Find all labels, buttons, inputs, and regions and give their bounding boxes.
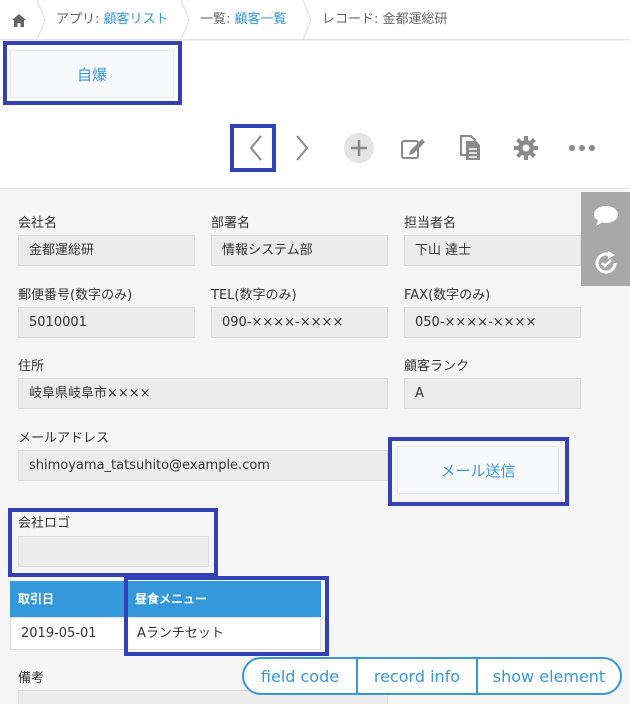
breadcrumb-separator <box>180 0 190 40</box>
devtools-pill: field code record info show element <box>242 657 622 695</box>
show-element-button[interactable]: show element <box>478 659 620 693</box>
breadcrumb-view-link[interactable]: 顧客一覧 <box>235 12 287 27</box>
notes-label: 備考 <box>18 671 45 686</box>
company-value: 金都運総研 <box>18 235 195 266</box>
plus-icon[interactable] <box>339 128 379 168</box>
edit-icon[interactable] <box>393 128 433 168</box>
highlight-box <box>388 437 569 506</box>
rank-label: 顧客ランク <box>404 359 470 374</box>
company-label: 会社名 <box>18 216 58 231</box>
breadcrumb-app-prefix: アプリ: <box>56 12 104 27</box>
breadcrumb-view[interactable]: 一覧: 顧客一覧 <box>200 0 287 40</box>
field-code-button[interactable]: field code <box>244 659 358 693</box>
breadcrumb-view-prefix: 一覧: <box>200 12 235 27</box>
comment-icon[interactable] <box>581 192 630 239</box>
fax-label: FAX(数字のみ) <box>404 288 491 303</box>
email-label: メールアドレス <box>18 431 110 446</box>
tel-label: TEL(数字のみ) <box>211 288 297 303</box>
gear-icon[interactable] <box>506 128 546 168</box>
table-cell-date: 2019-05-01 <box>10 617 126 650</box>
breadcrumb-separator <box>36 0 46 40</box>
tel-value: 090-××××-×××× <box>211 307 388 338</box>
breadcrumb: アプリ: 顧客リスト 一覧: 顧客一覧 レコード: 金都運総研 <box>0 0 630 40</box>
table-header-date: 取引日 <box>10 581 125 617</box>
side-panel <box>581 192 630 286</box>
email-value: shimoyama_tatsuhito@example.com <box>18 450 388 481</box>
history-icon[interactable] <box>581 239 630 286</box>
department-label: 部署名 <box>211 216 251 231</box>
highlight-box <box>230 124 276 172</box>
highlight-box <box>8 508 218 577</box>
breadcrumb-separator <box>302 0 312 40</box>
address-label: 住所 <box>18 359 45 374</box>
breadcrumb-app-link[interactable]: 顧客リスト <box>104 12 169 27</box>
highlight-box <box>124 576 329 656</box>
zip-value: 5010001 <box>18 307 195 338</box>
rank-value: A <box>404 378 581 409</box>
breadcrumb-app[interactable]: アプリ: 顧客リスト <box>56 0 169 40</box>
chevron-right-icon[interactable] <box>282 128 322 168</box>
breadcrumb-record: レコード: 金都運総研 <box>322 12 448 27</box>
fax-value: 050-××××-×××× <box>404 307 581 338</box>
home-icon[interactable] <box>0 0 38 40</box>
record-info-button[interactable]: record info <box>358 659 478 693</box>
person-label: 担当者名 <box>404 216 457 231</box>
department-value: 情報システム部 <box>211 235 388 266</box>
zip-label: 郵便番号(数字のみ) <box>18 288 133 303</box>
copy-icon[interactable] <box>450 128 490 168</box>
address-value: 岐阜県岐阜市×××× <box>18 378 388 409</box>
person-value: 下山 達士 <box>404 235 581 266</box>
highlight-box <box>3 41 182 105</box>
more-icon[interactable] <box>562 128 602 168</box>
